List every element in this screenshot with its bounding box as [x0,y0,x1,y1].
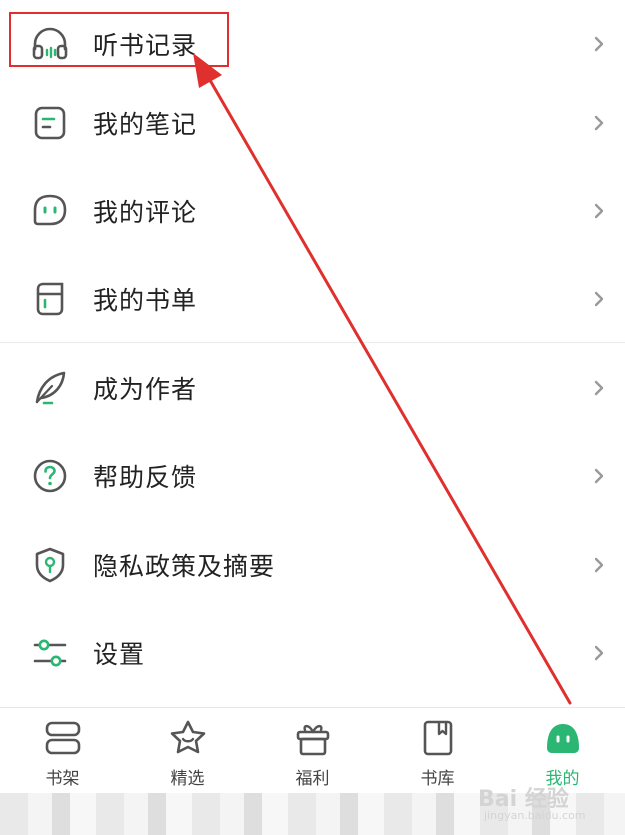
menu-item-label: 我的笔记 [93,110,198,139]
chevron-right-icon [594,291,604,307]
highlight-box [9,12,229,67]
section-divider [0,342,625,343]
chevron-right-icon [594,468,604,484]
watermark: Bai 经验 jingyan.baidu.com [478,781,586,822]
settings-sliders-icon [33,639,67,667]
menu-item-my-notes[interactable]: 我的笔记 [0,79,625,167]
menu-item-label: 帮助反馈 [93,463,198,492]
library-icon [423,720,452,756]
chevron-right-icon [594,203,604,219]
chevron-right-icon [594,557,604,573]
menu-item-label: 隐私政策及摘要 [93,552,276,581]
menu-item-help-feedback[interactable]: 帮助反馈 [0,432,625,520]
menu-item-settings[interactable]: 设置 [0,609,625,697]
comment-icon [33,194,67,226]
menu-item-my-booklist[interactable]: 我的书单 [0,255,625,343]
chevron-right-icon [594,36,604,52]
tab-featured[interactable]: 精选 [125,708,250,794]
tab-label: 福利 [295,769,330,789]
menu-item-label: 我的书单 [93,286,198,315]
chevron-right-icon [594,645,604,661]
help-icon [33,459,67,493]
feather-icon [35,371,66,405]
privacy-shield-icon [35,547,65,583]
profile-icon [546,724,579,753]
menu-item-my-comments[interactable]: 我的评论 [0,167,625,255]
note-icon [34,106,66,140]
menu-item-label: 成为作者 [93,375,198,404]
gift-icon [296,724,329,756]
booklist-icon [36,282,64,316]
bookshelf-icon [45,721,80,755]
featured-star-icon [170,720,205,754]
tab-bookshelf[interactable]: 书架 [0,708,125,794]
menu-item-label: 我的评论 [93,198,198,227]
tab-label: 精选 [170,769,205,789]
tab-label: 书架 [45,769,80,789]
menu-item-become-author[interactable]: 成为作者 [0,344,625,432]
chevron-right-icon [594,380,604,396]
menu-item-privacy-policy[interactable]: 隐私政策及摘要 [0,521,625,609]
tab-welfare[interactable]: 福利 [250,708,375,794]
chevron-right-icon [594,115,604,131]
watermark-subtext: jingyan.baidu.com [484,809,586,822]
menu-item-label: 设置 [93,640,146,669]
